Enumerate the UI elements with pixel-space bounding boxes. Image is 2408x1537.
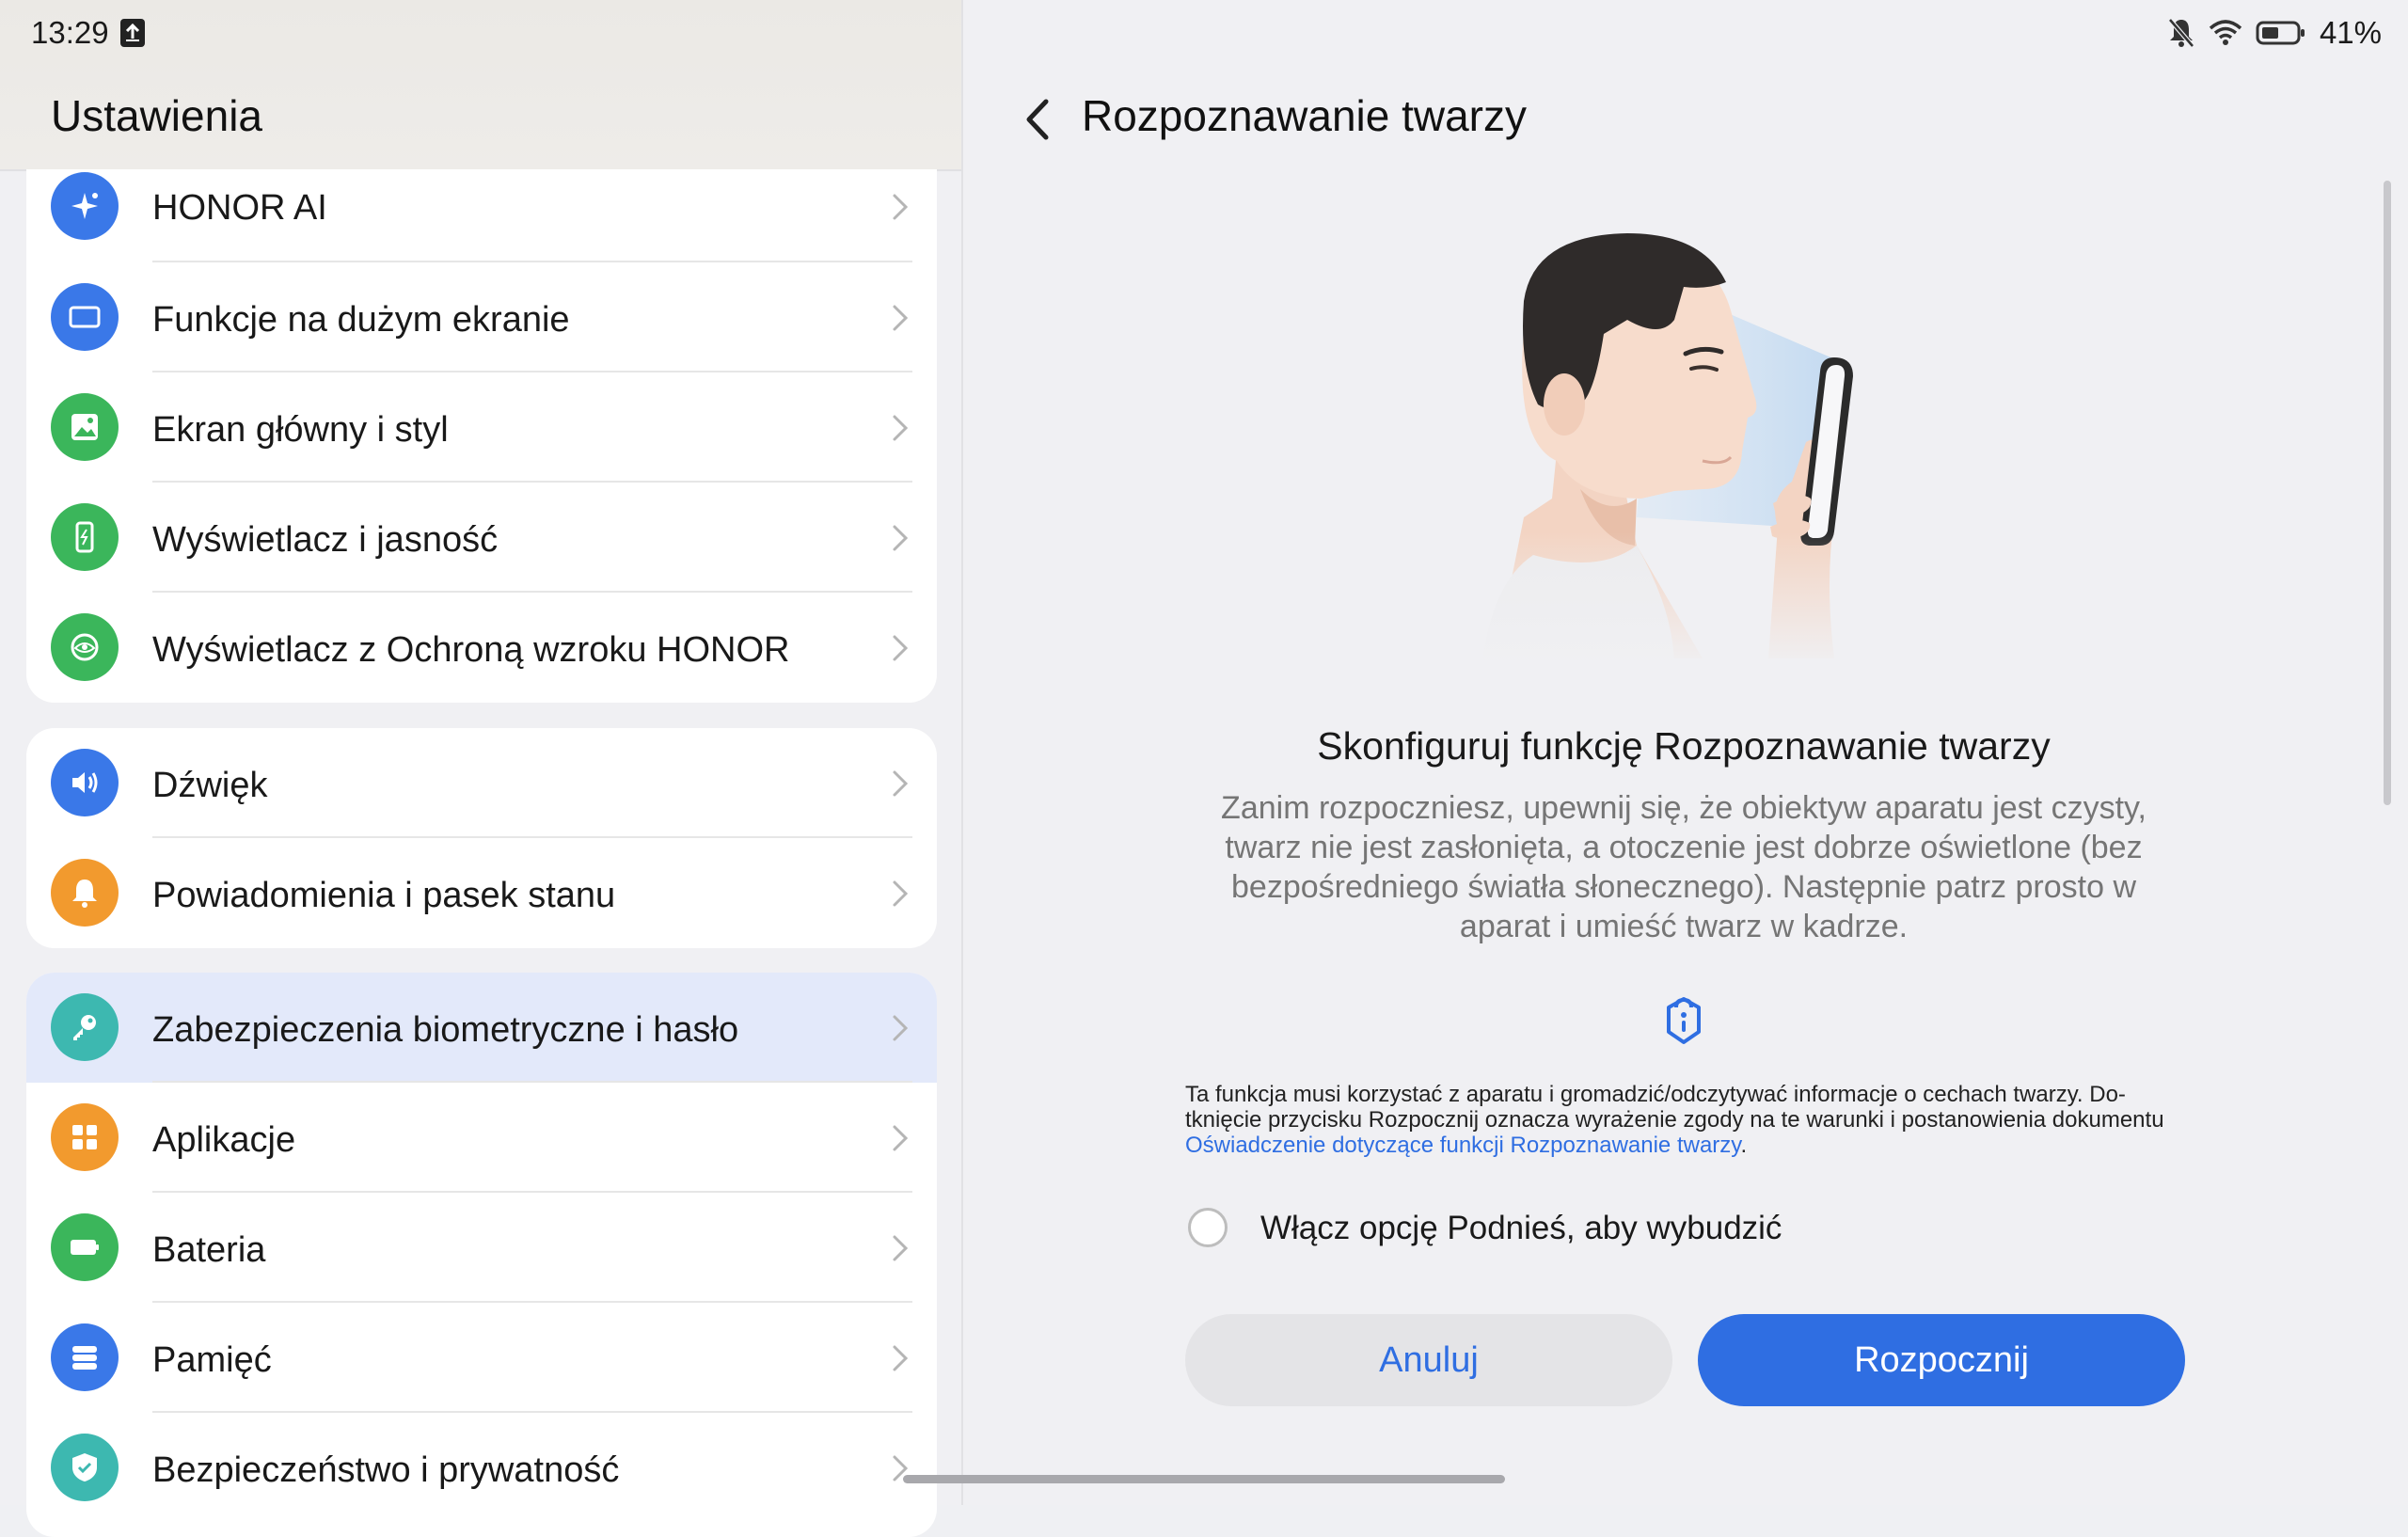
settings-item-storage[interactable]: Pamięć xyxy=(26,1303,937,1413)
back-arrow-icon[interactable] xyxy=(1018,94,1059,145)
settings-item-display[interactable]: Wyświetlacz i jasność xyxy=(26,483,937,593)
apps-grid-icon xyxy=(51,1103,119,1171)
settings-item-privacy[interactable]: Bezpieczeństwo i prywatność xyxy=(26,1413,937,1523)
chevron-right-icon xyxy=(893,1125,909,1151)
settings-item-eye-comfort[interactable]: Wyświetlacz z Ochroną wzroku HONOR xyxy=(26,593,937,703)
image-icon xyxy=(51,393,119,461)
settings-item-large-screen[interactable]: Funkcje na dużym ekranie xyxy=(26,262,937,372)
chevron-right-icon xyxy=(893,1015,909,1041)
display-brightness-icon xyxy=(51,503,119,571)
settings-item-label: Aplikacje xyxy=(152,1120,296,1160)
settings-item-label: HONOR AI xyxy=(152,188,327,228)
status-time: 13:29 xyxy=(31,15,109,50)
home-indicator[interactable] xyxy=(903,1475,1505,1483)
scrollbar[interactable] xyxy=(2384,181,2391,805)
battery-percentage: 41% xyxy=(2319,15,2382,50)
cancel-button[interactable]: Anuluj xyxy=(1185,1314,1672,1406)
notice-text: Ta funkcja musi korzystać z aparatu i gr… xyxy=(1185,1082,2164,1133)
raise-to-wake-label[interactable]: Włącz opcję Podnieś, aby wybudzić xyxy=(1260,1210,1782,1247)
settings-item-apps[interactable]: Aplikacje xyxy=(26,1083,937,1193)
settings-item-label: Wyświetlacz i jasność xyxy=(152,520,499,560)
settings-item-notifications[interactable]: Powiadomienia i pasek stanu xyxy=(26,838,937,948)
settings-item-label: Pamięć xyxy=(152,1340,272,1380)
chevron-right-icon xyxy=(893,194,909,220)
battery-status-icon xyxy=(2256,21,2305,45)
settings-item-label: Zabezpieczenia biometryczne i hasło xyxy=(152,1010,739,1050)
sparkle-icon xyxy=(51,172,119,240)
settings-item-label: Ekran główny i styl xyxy=(152,410,449,450)
notice-end: . xyxy=(1740,1133,1748,1158)
settings-item-label: Funkcje na dużym ekranie xyxy=(152,300,570,340)
settings-group-1: HONOR AI Funkcje na dużym ekranie Ekran … xyxy=(26,169,937,703)
settings-group-2: Dźwięk Powiadomienia i pasek stanu xyxy=(26,728,937,948)
wifi-icon xyxy=(2209,20,2242,45)
chevron-right-icon xyxy=(893,525,909,551)
setup-heading: Skonfiguruj funkcję Rozpoznawanie twarzy xyxy=(1317,724,2051,768)
upload-icon xyxy=(120,19,145,47)
detail-title: Rozpoznawanie twarzy xyxy=(1082,91,1528,140)
storage-icon xyxy=(51,1323,119,1391)
settings-item-biometrics[interactable]: Zabezpieczenia biometryczne i hasło xyxy=(26,973,937,1083)
chevron-right-icon xyxy=(893,305,909,331)
shield-check-icon xyxy=(51,1434,119,1501)
page-title: Ustawienia xyxy=(51,91,262,140)
settings-item-label: Wyświetlacz z Ochroną wzroku HONOR xyxy=(152,630,790,670)
settings-item-label: Bateria xyxy=(152,1230,266,1270)
tablet-icon xyxy=(51,283,119,351)
eye-comfort-icon xyxy=(51,613,119,681)
speaker-icon xyxy=(51,749,119,816)
settings-item-battery[interactable]: Bateria xyxy=(26,1193,937,1303)
privacy-lock-icon xyxy=(1667,997,1701,1044)
settings-item-label: Bezpieczeństwo i prywatność xyxy=(152,1450,620,1490)
key-icon xyxy=(51,993,119,1061)
privacy-statement-link[interactable]: Oświadczenie dotyczące funkcji Rozpoznaw… xyxy=(1185,1133,1741,1158)
chevron-right-icon xyxy=(893,1345,909,1371)
settings-item-sound[interactable]: Dźwięk xyxy=(26,728,937,838)
face-scan-illustration xyxy=(1392,216,1956,668)
chevron-right-icon xyxy=(893,635,909,661)
raise-to-wake-radio[interactable] xyxy=(1188,1208,1228,1247)
chevron-right-icon xyxy=(893,1235,909,1261)
setup-description: Zanim rozpoczniesz, upewnij się, że obie… xyxy=(1221,790,2147,944)
chevron-right-icon xyxy=(893,415,909,441)
status-icons: 41% xyxy=(2167,15,2382,51)
privacy-notice: Ta funkcja musi korzystać z aparatu i gr… xyxy=(1185,1082,2192,1158)
settings-item-home-screen[interactable]: Ekran główny i styl xyxy=(26,372,937,483)
settings-item-label: Dźwięk xyxy=(152,766,268,805)
settings-item-label: Powiadomienia i pasek stanu xyxy=(152,876,616,915)
settings-list-pane: Ustawienia HONOR AI Funkcje na dużym ekr… xyxy=(0,0,961,1537)
bell-off-icon xyxy=(2168,18,2194,48)
battery-icon xyxy=(51,1213,119,1281)
settings-group-3: Zabezpieczenia biometryczne i hasło Apli… xyxy=(26,973,937,1537)
bell-icon xyxy=(51,859,119,927)
chevron-right-icon xyxy=(893,880,909,907)
chevron-right-icon xyxy=(893,770,909,797)
settings-item-honor-ai[interactable]: HONOR AI xyxy=(26,169,937,262)
start-button[interactable]: Rozpocznij xyxy=(1698,1314,2185,1406)
